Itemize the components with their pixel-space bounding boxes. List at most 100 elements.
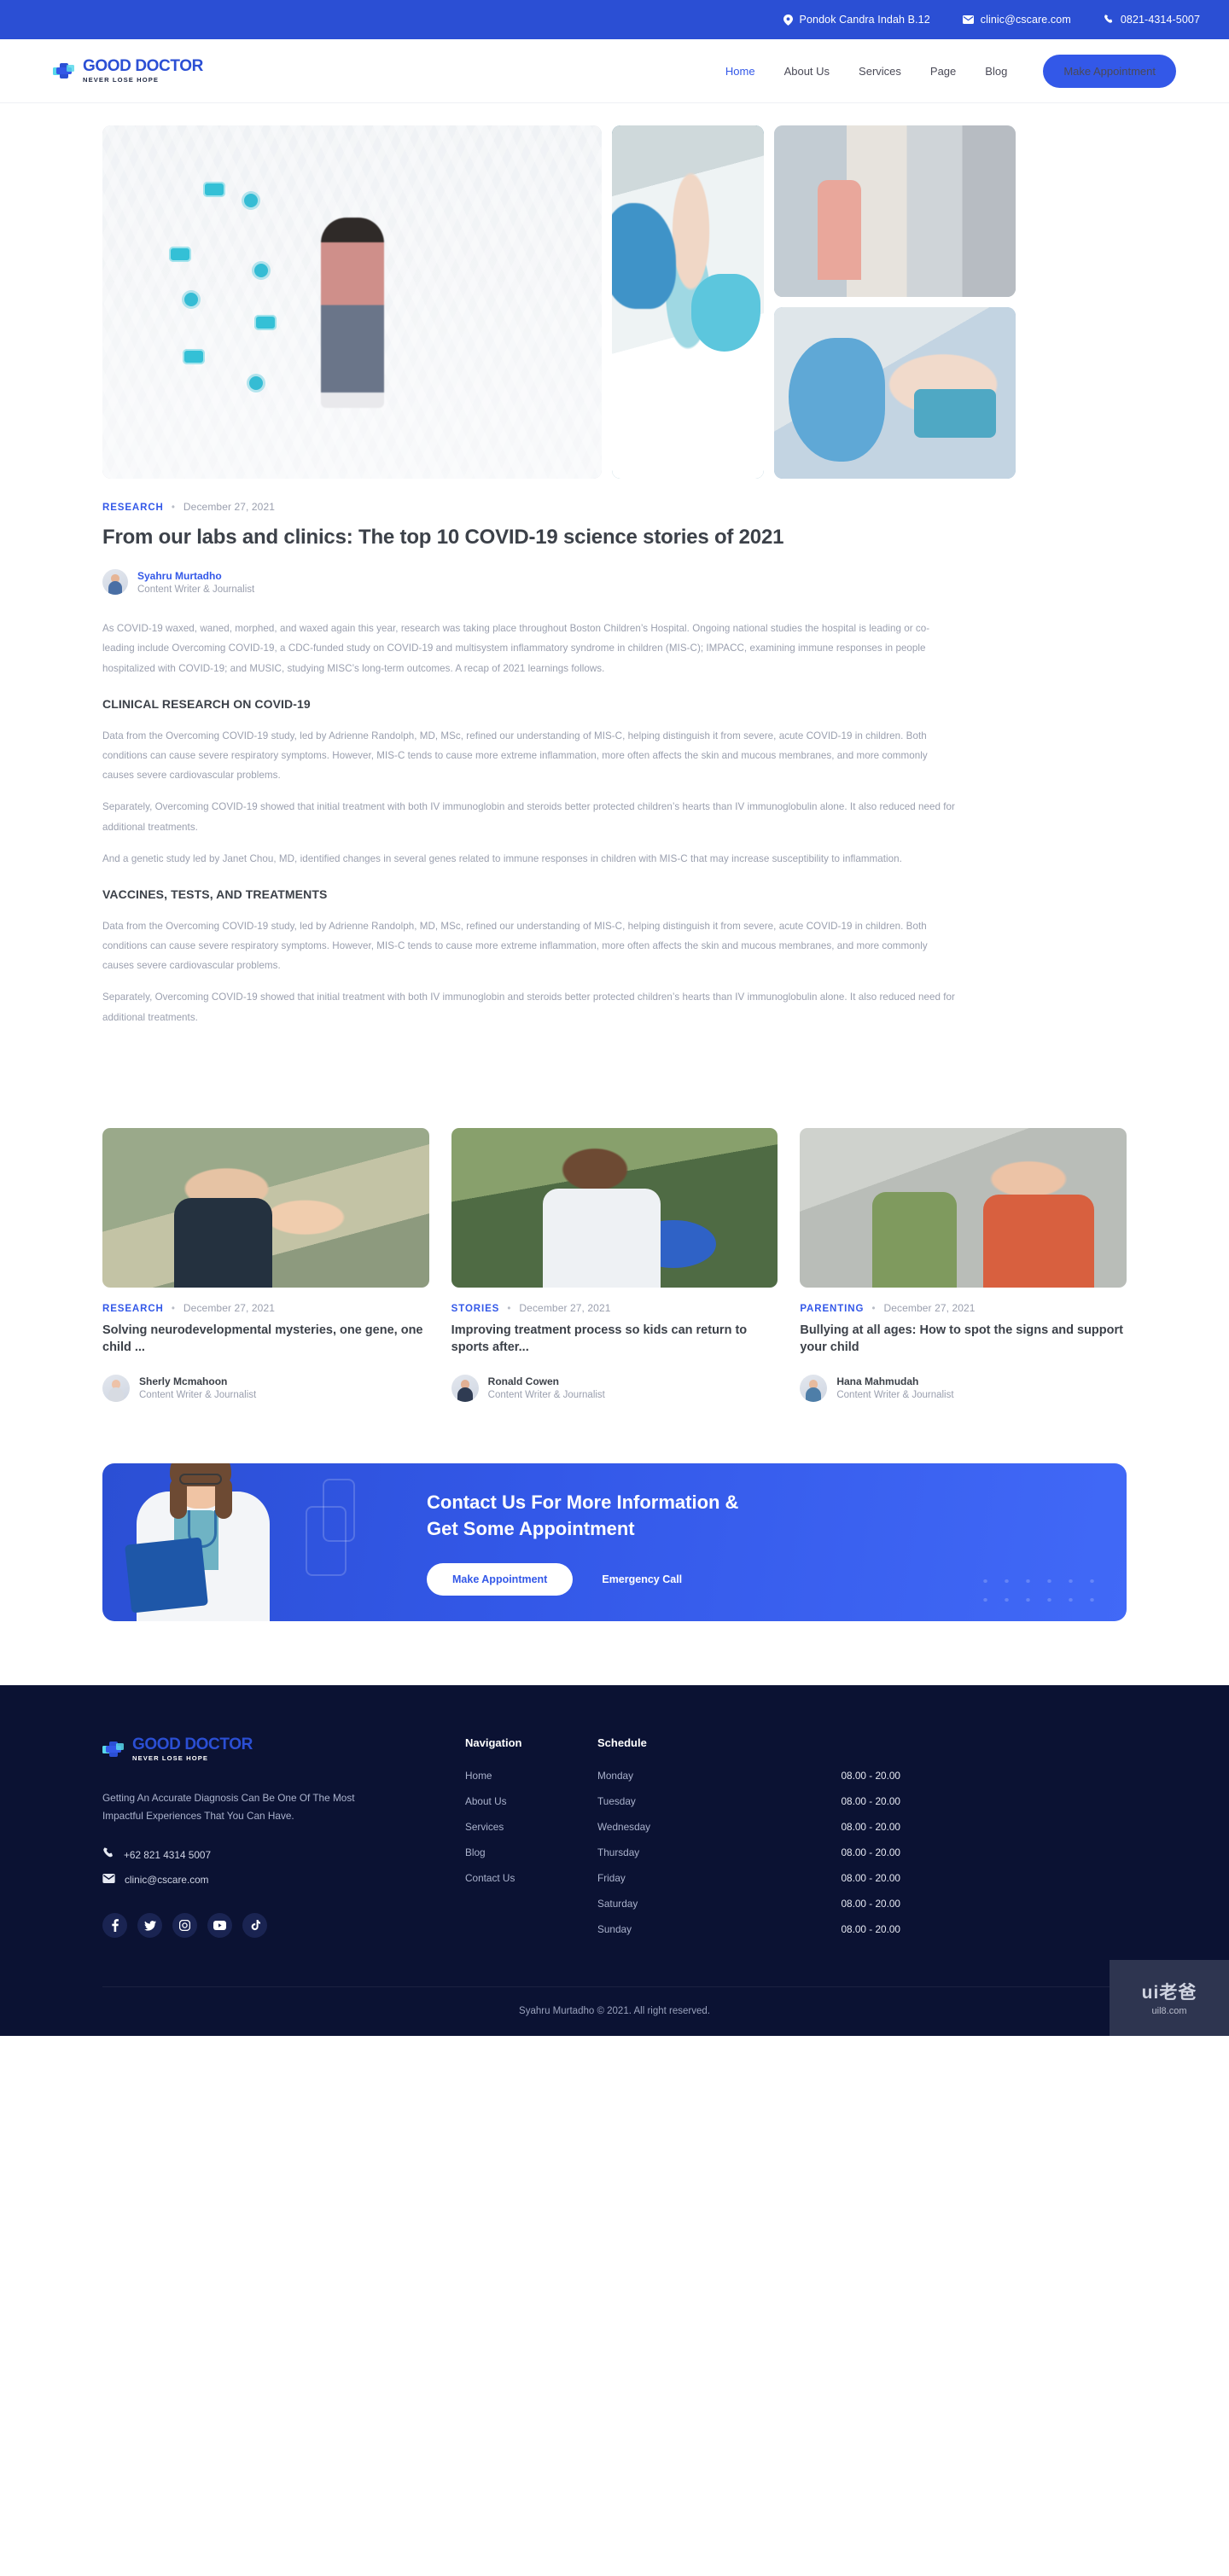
topbar-phone-text: 0821-4314-5007 [1120,14,1200,26]
nav-item-about-us[interactable]: About Us [784,65,830,78]
article-title: From our labs and clinics: The top 10 CO… [102,526,784,549]
schedule-day: Tuesday [597,1794,636,1807]
decorative-square [306,1505,347,1576]
social-links [102,1913,427,1939]
topbar-email[interactable]: clinic@cscare.com [962,14,1071,26]
article-meta: RESEARCH • December 27, 2021 [102,501,1127,513]
footer-link-blog[interactable]: Blog [465,1846,597,1858]
related-category[interactable]: STORIES [451,1304,500,1314]
avatar [800,1374,828,1402]
schedule-row: Tuesday 08.00 - 20.00 [597,1795,900,1807]
author-name[interactable]: Syahru Murtadho [137,570,254,582]
site-footer: GOOD DOCTOR NEVER LOSE HOPE Getting An A… [0,1684,1229,2036]
medical-cross-logo-icon [102,1738,125,1760]
instagram-icon[interactable] [172,1913,197,1939]
related-thumbnail-basketball-teen[interactable] [451,1127,778,1288]
schedule-row: Wednesday 08.00 - 20.00 [597,1821,900,1833]
related-category[interactable]: RESEARCH [102,1304,164,1314]
avatar [451,1374,479,1402]
mask-graphic-icon [169,247,191,262]
article-date: December 27, 2021 [183,501,276,513]
virus-graphic-icon [184,293,198,306]
section-heading-vaccines-tests-treatments: VACCINES, TESTS, AND TREATMENTS [102,887,328,901]
phone-icon [102,1847,114,1862]
virus-graphic-icon [254,264,268,277]
cta-make-appointment-button[interactable]: Make Appointment [427,1563,574,1596]
tiktok-icon[interactable] [242,1913,267,1939]
related-articles: RESEARCH • December 27, 2021 Solving neu… [0,1127,1229,1402]
twitter-icon[interactable] [137,1913,162,1939]
decorative-dot-grid [975,1571,1103,1609]
schedule-hours: 08.00 - 20.00 [841,1897,900,1910]
related-author-role: Content Writer & Journalist [836,1390,954,1401]
meta-separator: • [507,1303,512,1314]
related-author-role: Content Writer & Journalist [487,1390,605,1401]
topbar-address-text: Pondok Candra Indah B.12 [799,14,930,26]
footer-link-services[interactable]: Services [465,1821,597,1833]
mail-icon [102,1874,115,1886]
footer-nav-heading: Navigation [465,1736,522,1749]
cta-emergency-call-link[interactable]: Emergency Call [602,1573,682,1585]
related-thumbnail-teens-with-phone[interactable] [800,1127,1127,1288]
nav-item-page[interactable]: Page [930,65,956,78]
paragraph: Separately, Overcoming COVID-19 showed t… [102,801,955,833]
footer-link-about-us[interactable]: About Us [465,1795,597,1807]
schedule-row: Friday 08.00 - 20.00 [597,1872,900,1884]
footer-phone[interactable]: +62 821 4314 5007 [102,1847,427,1862]
footer-phone-text: +62 821 4314 5007 [124,1848,212,1861]
paragraph: Data from the Overcoming COVID-19 study,… [102,730,928,782]
related-title[interactable]: Improving treatment process so kids can … [451,1322,778,1357]
topbar-address: Pondok Candra Indah B.12 [783,14,930,26]
meta-separator: • [171,1303,176,1314]
brand-logo[interactable]: GOOD DOCTOR NEVER LOSE HOPE [53,58,203,84]
cta-banner: Contact Us For More Information & Get So… [102,1462,1127,1621]
related-category[interactable]: PARENTING [800,1304,864,1314]
schedule-day: Thursday [597,1846,640,1858]
schedule-hours: 08.00 - 20.00 [841,1820,900,1833]
watermark: ui老爸 uil8.com [1110,1959,1229,2036]
schedule-day: Monday [597,1769,633,1782]
nav-item-blog[interactable]: Blog [985,65,1007,78]
mask-graphic-icon [203,182,225,197]
paragraph: Data from the Overcoming COVID-19 study,… [102,920,928,972]
footer-navigation-column: Navigation Home About Us Services Blog C… [465,1736,597,1949]
related-title[interactable]: Solving neurodevelopmental mysteries, on… [102,1322,429,1357]
doctor-illustration [121,1462,283,1621]
make-appointment-button[interactable]: Make Appointment [1043,54,1176,88]
nav-item-services[interactable]: Services [859,65,901,78]
watermark-logo: ui老爸 [1141,1983,1197,2003]
footer-email[interactable]: clinic@cscare.com [102,1874,427,1886]
footer-description: Getting An Accurate Diagnosis Can Be One… [102,1791,355,1823]
schedule-hours: 08.00 - 20.00 [841,1769,900,1782]
topbar: Pondok Candra Indah B.12 clinic@cscare.c… [0,0,1229,39]
cta-headline-line1: Contact Us For More Information & [427,1491,739,1513]
article-intro-paragraph: As COVID-19 waxed, waned, morphed, and w… [102,623,930,674]
related-author-name: Ronald Cowen [487,1375,560,1388]
youtube-icon[interactable] [207,1913,232,1939]
related-title[interactable]: Bullying at all ages: How to spot the si… [800,1322,1127,1357]
footer-link-home[interactable]: Home [465,1770,597,1782]
facebook-icon[interactable] [102,1913,127,1939]
list-item[interactable]: RESEARCH • December 27, 2021 Solving neu… [102,1127,429,1402]
article-category[interactable]: RESEARCH [102,503,164,513]
site-header: GOOD DOCTOR NEVER LOSE HOPE Home About U… [0,39,1229,103]
related-thumbnail-children-portrait[interactable] [102,1127,429,1288]
schedule-hours: 08.00 - 20.00 [841,1871,900,1884]
avatar [102,1374,130,1402]
footer-link-contact-us[interactable]: Contact Us [465,1872,597,1884]
related-date: December 27, 2021 [183,1301,276,1314]
footer-brand-tagline: NEVER LOSE HOPE [132,1753,209,1762]
schedule-row: Monday 08.00 - 20.00 [597,1770,900,1782]
cta-headline-line2: Get Some Appointment [427,1518,635,1540]
nav-item-home[interactable]: Home [725,65,755,78]
avatar [102,569,128,596]
list-item[interactable]: STORIES • December 27, 2021 Improving tr… [451,1127,778,1402]
article-author: Syahru Murtadho Content Writer & Journal… [102,569,1127,596]
topbar-phone[interactable]: 0821-4314-5007 [1104,14,1200,26]
cta-section: Contact Us For More Information & Get So… [0,1462,1229,1621]
list-item[interactable]: PARENTING • December 27, 2021 Bullying a… [800,1127,1127,1402]
related-date: December 27, 2021 [883,1301,976,1314]
footer-brand-logo[interactable]: GOOD DOCTOR NEVER LOSE HOPE [102,1736,427,1762]
footer-email-text: clinic@cscare.com [125,1874,209,1887]
schedule-row: Saturday 08.00 - 20.00 [597,1898,900,1910]
